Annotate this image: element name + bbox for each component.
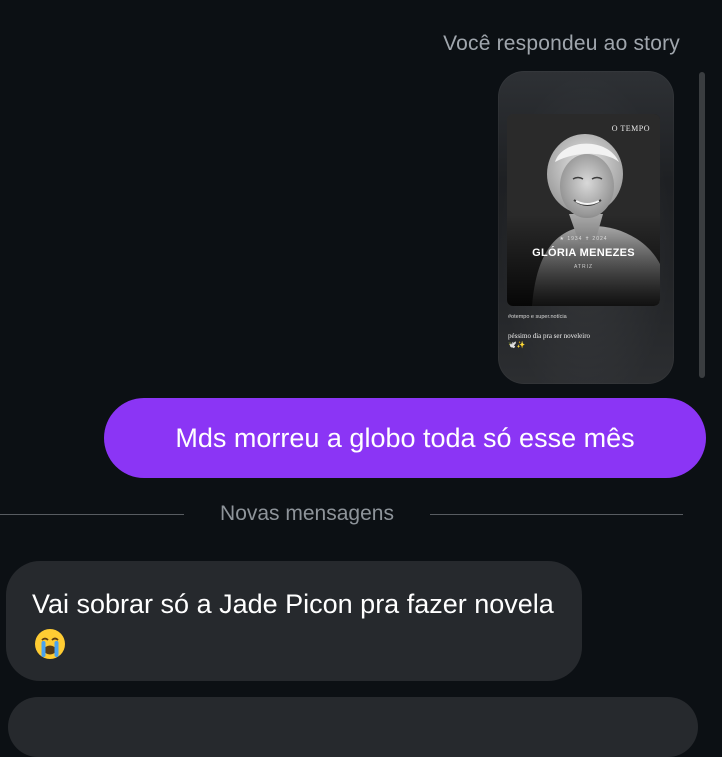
story-hashtag: #otempo e super.notícia [508,314,567,320]
next-message-bubble-partial[interactable] [8,697,698,757]
portrait-illustration [507,114,660,306]
story-title: GLÓRIA MENEZES [532,247,635,259]
crying-face-icon [34,628,66,672]
divider-line-right [430,514,683,515]
reply-context-label: Você respondeu ao story [443,32,680,55]
divider-line-left [0,514,184,515]
new-messages-divider-label: Novas mensagens [220,502,394,525]
sent-message-text: Mds morreu a globo toda só esse mês [175,422,635,453]
story-brand-logo: O TEMPO [611,124,650,133]
sent-message-bubble[interactable]: Mds morreu a globo toda só esse mês [104,398,706,478]
received-message-text: Vai sobrar só a Jade Picon pra fazer nov… [32,589,554,619]
story-photo: O TEMPO ★ 1934 ✝ 2024 GLÓRIA MENEZES ATR… [507,114,660,306]
scrollbar[interactable] [699,72,705,378]
story-preview-card[interactable]: O TEMPO ★ 1934 ✝ 2024 GLÓRIA MENEZES ATR… [498,71,674,384]
story-dates: ★ 1934 ✝ 2024 [559,236,608,242]
story-subtitle: ATRIZ [573,264,594,270]
received-message-bubble[interactable]: Vai sobrar só a Jade Picon pra fazer nov… [6,561,582,681]
story-caption: péssimo dia pra ser noveleiro 🕊️✨ [508,332,591,349]
